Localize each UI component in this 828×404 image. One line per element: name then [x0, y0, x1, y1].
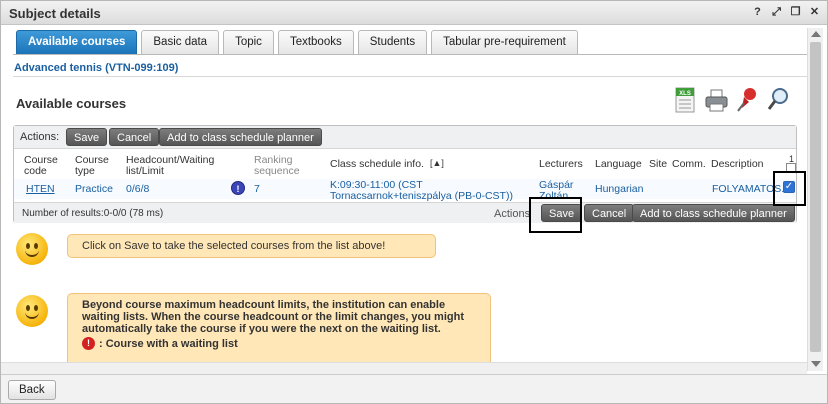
- tab-students[interactable]: Students: [357, 30, 428, 54]
- scroll-down-icon[interactable]: [811, 361, 821, 367]
- header-course-type[interactable]: Course type: [75, 155, 115, 177]
- smiley-icon: [16, 233, 48, 265]
- tab-textbooks[interactable]: Textbooks: [277, 30, 354, 54]
- top-actions-bar: Actions: Save Cancel Add to class schedu…: [14, 126, 796, 149]
- highlight-save-button: [529, 197, 582, 233]
- header-language[interactable]: Language: [595, 159, 642, 170]
- tip-waiting-list-bubble: Beyond course maximum headcount limits, …: [67, 293, 491, 363]
- language: Hungarian: [595, 183, 644, 195]
- courses-panel: Actions: Save Cancel Add to class schedu…: [13, 125, 797, 223]
- popout-icon[interactable]: ⤢: [770, 5, 783, 19]
- divider: [13, 76, 807, 77]
- course-type: Practice: [75, 183, 113, 195]
- vertical-scrollbar[interactable]: [807, 28, 823, 371]
- smiley-icon: [16, 295, 48, 327]
- scroll-up-icon[interactable]: [811, 31, 821, 37]
- results-footer: Number of results:0-0/0 (78 ms) Actions …: [14, 202, 796, 223]
- tip-save-text: Click on Save to take the selected cours…: [82, 240, 386, 252]
- tab-tabular-pre-requirement[interactable]: Tabular pre-requirement: [431, 30, 578, 54]
- header-comm[interactable]: Comm.: [672, 159, 706, 170]
- back-button[interactable]: Back: [8, 380, 56, 400]
- pin-icon[interactable]: [735, 86, 760, 114]
- header-lecturers[interactable]: Lecturers: [539, 159, 583, 170]
- course-code-link[interactable]: HTEN: [26, 184, 55, 195]
- tab-divider: [13, 54, 807, 55]
- bottom-bar: Back: [1, 374, 827, 403]
- section-title: Available courses: [16, 96, 127, 111]
- table-row: HTEN Practice 0/6/8 ! 7 K:09:30-11:00 (C…: [14, 179, 796, 202]
- tab-bar: Available courses Basic data Topic Textb…: [16, 30, 578, 54]
- tip-save-bubble: Click on Save to take the selected cours…: [67, 234, 436, 258]
- tip-waiting-list-text: Beyond course maximum headcount limits, …: [82, 299, 464, 335]
- save-button[interactable]: Save: [66, 128, 108, 146]
- tab-available-courses[interactable]: Available courses: [16, 30, 138, 54]
- close-icon[interactable]: ✕: [808, 5, 821, 19]
- print-icon[interactable]: [704, 86, 729, 114]
- actions-label: Actions:: [20, 131, 60, 143]
- add-to-planner-button-bottom[interactable]: Add to class schedule planner: [632, 204, 795, 222]
- results-count: Number of results:0-0/0 (78 ms): [22, 208, 164, 219]
- header-course-code[interactable]: Course code: [24, 155, 64, 177]
- toolbar-icons: XLS: [673, 86, 791, 114]
- header-site[interactable]: Site: [649, 159, 667, 170]
- header-description[interactable]: Description: [711, 159, 764, 170]
- header-headcount[interactable]: Headcount/Waiting list/Limit: [126, 155, 236, 177]
- add-to-planner-button[interactable]: Add to class schedule planner: [159, 128, 322, 146]
- waiting-list-legend-text: : Course with a waiting list: [99, 337, 238, 350]
- cancel-button[interactable]: Cancel: [109, 128, 160, 146]
- title-bar: Subject details ? ⤢ ❐ ✕: [1, 1, 827, 25]
- subject-name: Advanced tennis (VTN-099:109): [14, 62, 179, 74]
- sort-icon[interactable]: [▲]: [430, 158, 444, 169]
- subject-details-dialog: Subject details ? ⤢ ❐ ✕ Available course…: [0, 0, 828, 404]
- highlight-checkbox: [773, 171, 806, 206]
- cancel-button-bottom[interactable]: Cancel: [584, 204, 635, 222]
- scroll-thumb[interactable]: [810, 42, 821, 352]
- svg-text:XLS: XLS: [679, 91, 691, 97]
- tab-basic-data[interactable]: Basic data: [141, 30, 220, 54]
- dialog-title: Subject details: [9, 6, 101, 21]
- waiting-list-icon: !: [231, 181, 245, 195]
- header-class-schedule[interactable]: Class schedule info.: [330, 159, 425, 170]
- horizontal-scrollbar[interactable]: [1, 362, 807, 374]
- search-icon[interactable]: [766, 86, 791, 114]
- class-schedule-info: K:09:30-11:00 (CST Tornacsarnok+teniszpá…: [330, 179, 513, 202]
- tab-topic[interactable]: Topic: [223, 30, 274, 54]
- actions-label-bottom: Actions: [494, 208, 531, 220]
- headcount: 0/6/8: [126, 183, 150, 195]
- xls-export-icon[interactable]: XLS: [673, 86, 698, 114]
- waiting-list-legend-icon: !: [82, 337, 95, 350]
- help-icon[interactable]: ?: [751, 5, 764, 19]
- restore-icon[interactable]: ❐: [789, 5, 802, 19]
- header-ranking-sequence[interactable]: Ranking sequence: [254, 155, 309, 177]
- ranking: 7: [254, 183, 260, 195]
